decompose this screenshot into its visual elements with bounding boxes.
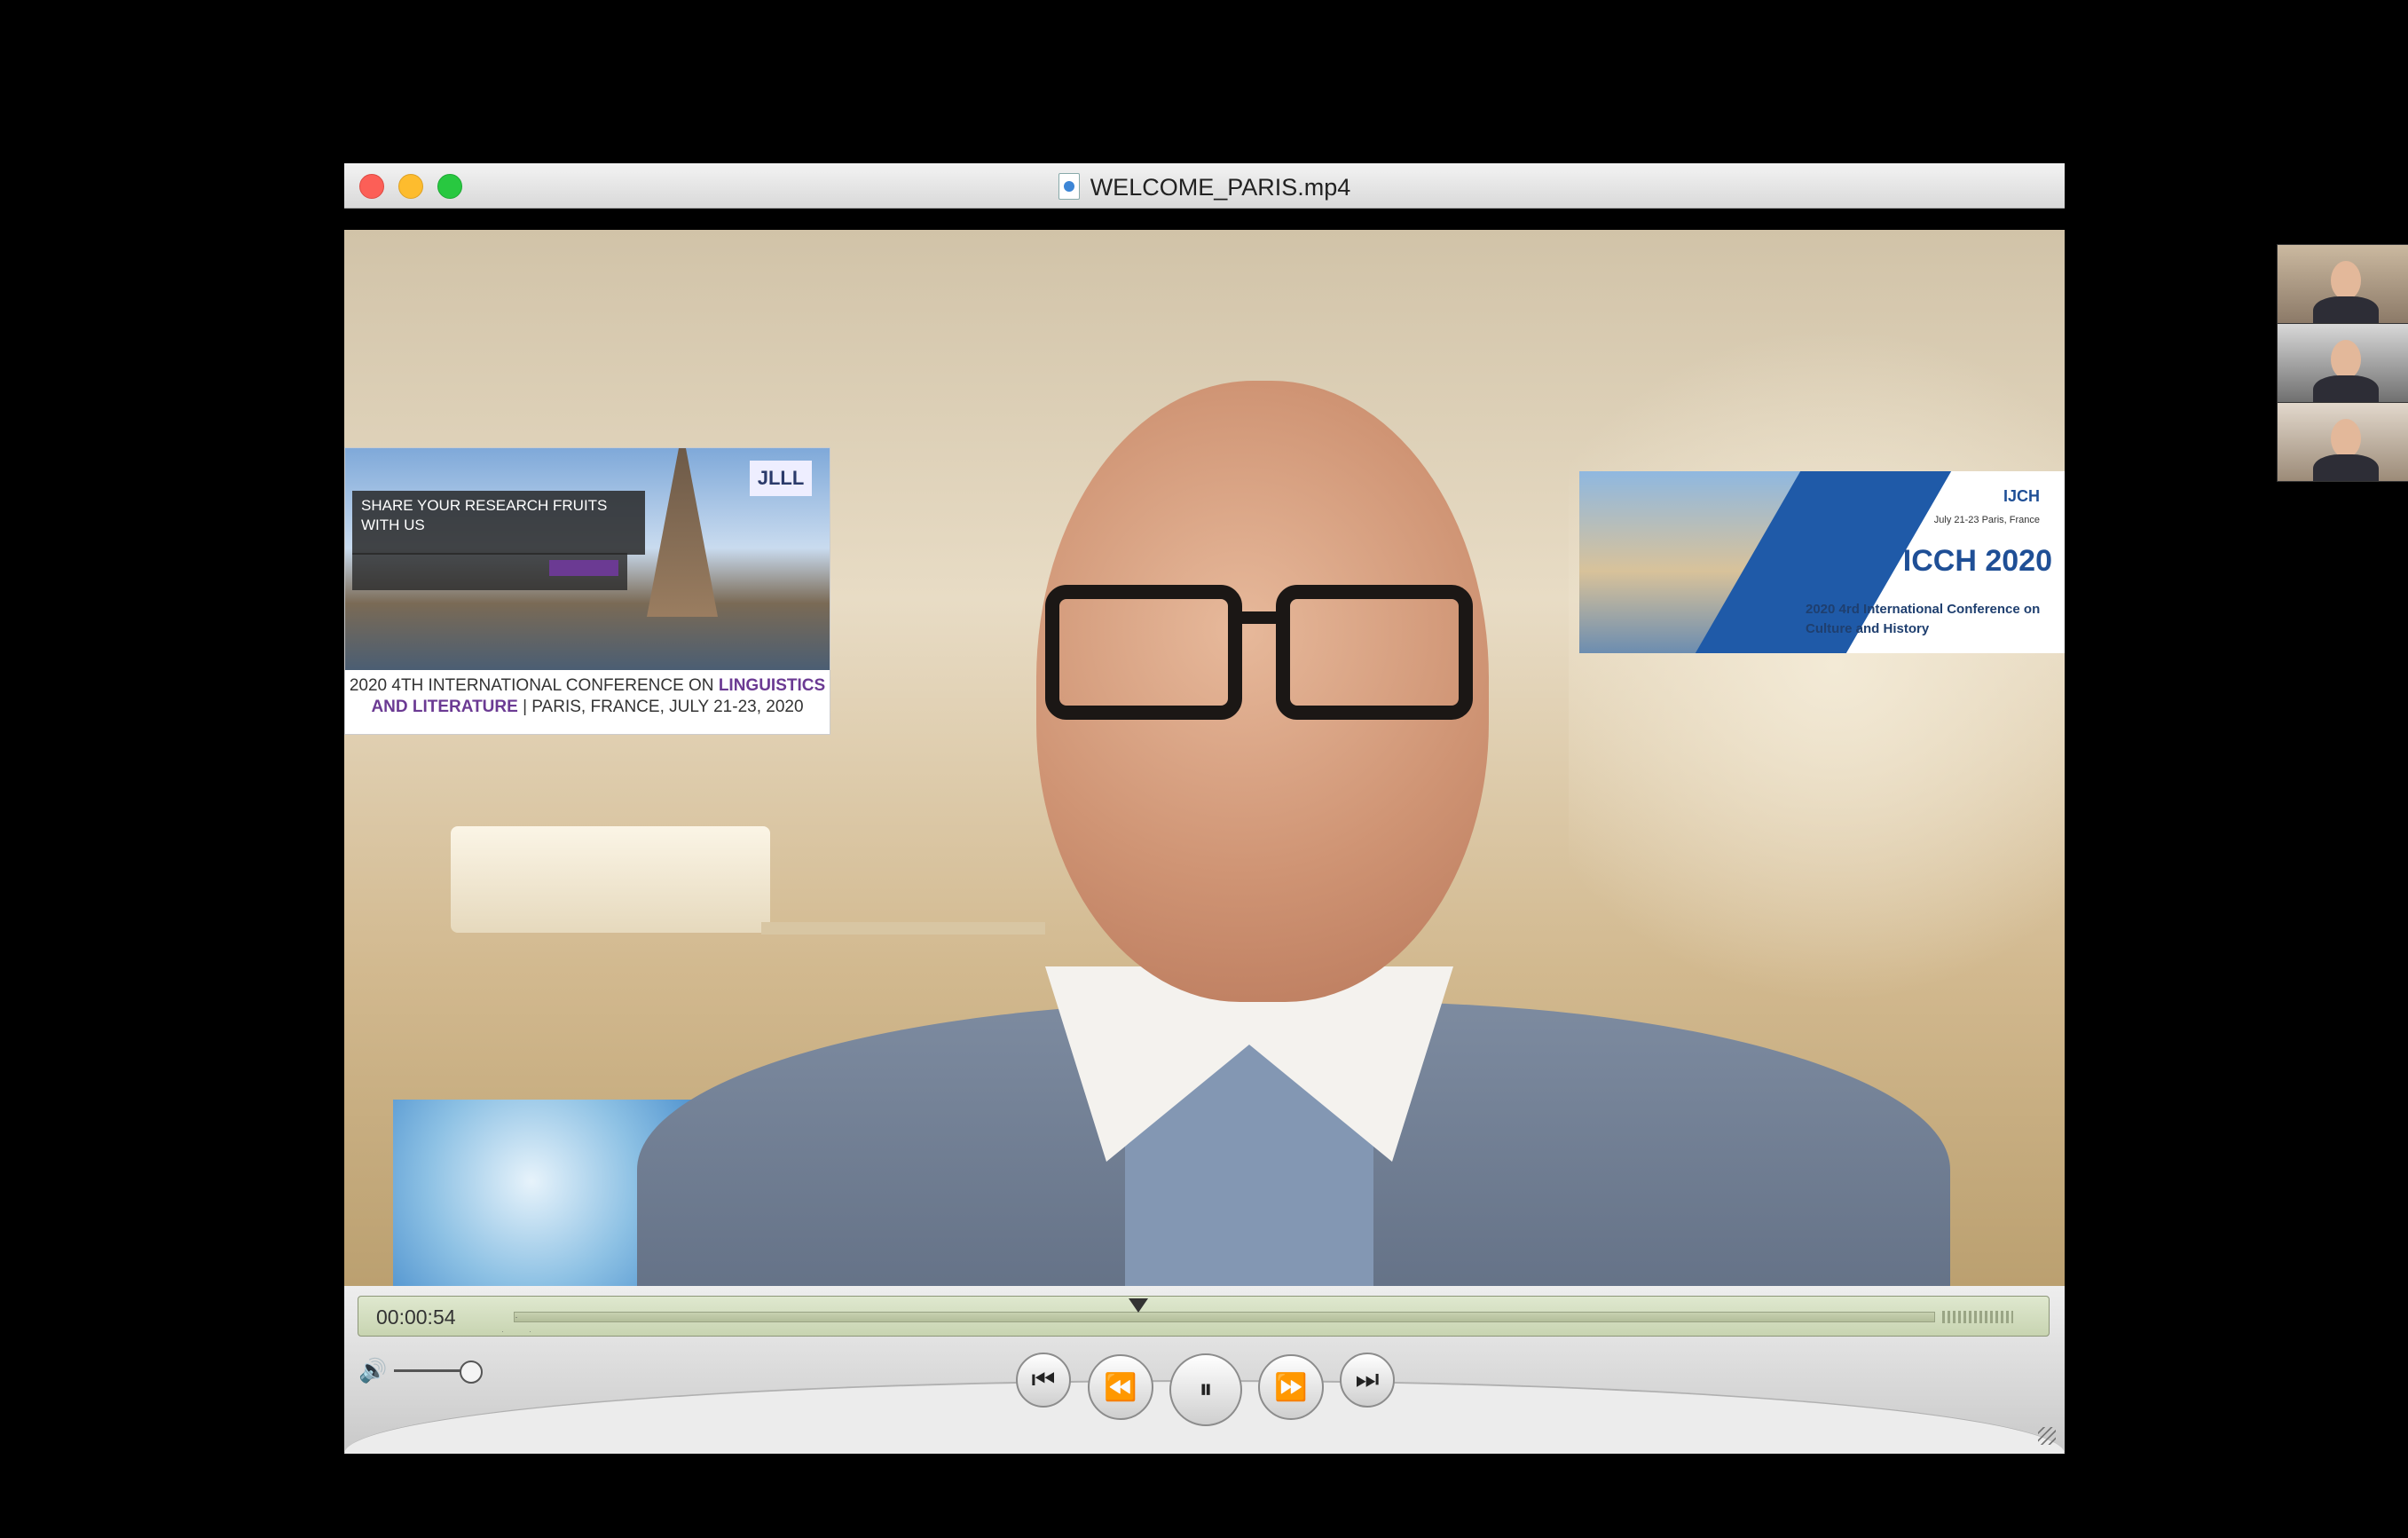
ijch-logo: IJCH: [2003, 487, 2040, 505]
participant-body: [2313, 454, 2379, 481]
banner-caption: 2020 4TH INTERNATIONAL CONFERENCE ON LIN…: [345, 675, 830, 718]
progress-track[interactable]: [514, 1312, 1935, 1322]
wall-light: [1569, 265, 2065, 1064]
elapsed-time: 00:00:54: [376, 1305, 456, 1329]
audio-level-meter: [1942, 1311, 2013, 1323]
participant-face: [2331, 419, 2361, 458]
banner-cta-button: [549, 560, 618, 576]
video-frame[interactable]: SHARE YOUR RESEARCH FRUITS WITH US JLLL …: [344, 230, 2065, 1286]
participant-video-tile[interactable]: [2277, 244, 2408, 324]
shelf: [761, 922, 1045, 935]
paris-photo: SHARE YOUR RESEARCH FRUITS WITH US JLLL: [345, 448, 830, 670]
banner-title: ICCH 2020: [1902, 544, 2052, 578]
participant-face: [2331, 261, 2361, 300]
title-bar[interactable]: WELCOME_PARIS.mp4: [344, 163, 2065, 209]
skip-to-end-button[interactable]: ⏭: [1340, 1353, 1395, 1408]
window-title: WELCOME_PARIS.mp4: [344, 173, 2065, 201]
participant-video-tile[interactable]: [2277, 402, 2408, 482]
caption-suffix: | PARIS, FRANCE, JULY 21-23, 2020: [523, 698, 804, 716]
file-icon: [1058, 173, 1080, 200]
banner-date: July 21-23 Paris, France: [1933, 515, 2040, 525]
window-title-text: WELCOME_PARIS.mp4: [1090, 174, 1351, 201]
skip-to-start-button[interactable]: ⏮: [1016, 1353, 1071, 1408]
playhead[interactable]: [1129, 1298, 1148, 1313]
player-controls: 00:00:54 🔊 ⏮ ⏪ ⏸ ⏩ ⏭: [344, 1286, 2065, 1454]
glasses-left-lens: [1045, 585, 1242, 720]
rewind-button[interactable]: ⏪: [1088, 1354, 1153, 1420]
glasses-right-lens: [1276, 585, 1473, 720]
participant-body: [2313, 296, 2379, 323]
volume-knob[interactable]: [460, 1361, 483, 1384]
resize-grip-icon[interactable]: [2038, 1427, 2056, 1445]
participant-video-tile[interactable]: [2277, 323, 2408, 403]
participant-face: [2331, 340, 2361, 379]
quicktime-window: WELCOME_PARIS.mp4 SHARE YOUR RESEARCH FR…: [344, 163, 2065, 1454]
pause-button[interactable]: ⏸: [1169, 1353, 1242, 1426]
speaker-icon[interactable]: 🔊: [358, 1357, 387, 1384]
linguistics-conference-banner: SHARE YOUR RESEARCH FRUITS WITH US JLLL …: [344, 447, 830, 735]
icch-conference-banner: IJCH July 21-23 Paris, France ICCH 2020 …: [1579, 471, 2065, 653]
air-conditioner: [451, 826, 770, 933]
scrubber-bar[interactable]: 00:00:54: [358, 1296, 2050, 1337]
glasses-bridge: [1240, 611, 1280, 624]
participant-body: [2313, 375, 2379, 402]
jlll-logo: JLLL: [750, 461, 812, 496]
fast-forward-button[interactable]: ⏩: [1258, 1354, 1324, 1420]
banner-subtitle: 2020 4rd International Conference on Cul…: [1806, 602, 2041, 636]
banner-headline: SHARE YOUR RESEARCH FRUITS WITH US: [352, 491, 645, 555]
eiffel-tower-image: [647, 448, 718, 617]
caption-prefix: 2020 4TH INTERNATIONAL CONFERENCE ON: [349, 676, 714, 695]
